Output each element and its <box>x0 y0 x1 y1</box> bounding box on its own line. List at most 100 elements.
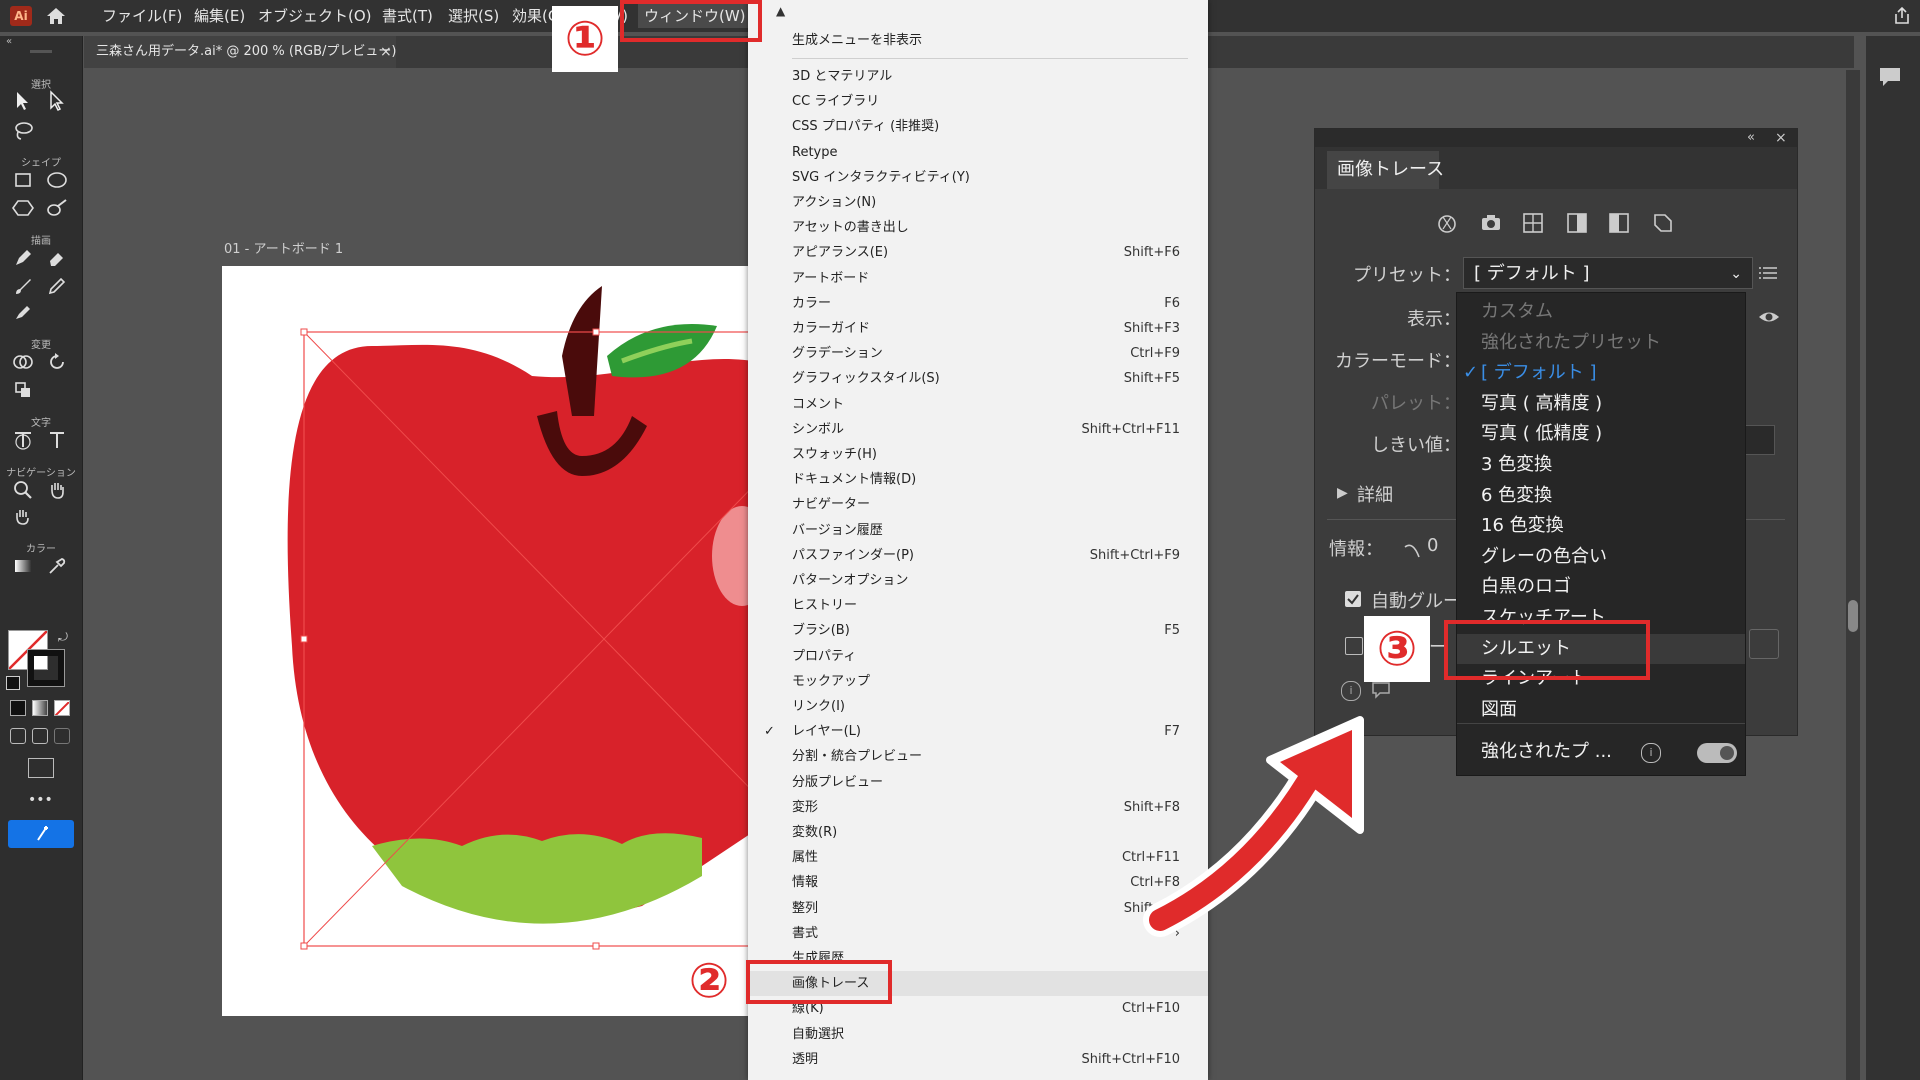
zoom-tool-icon[interactable] <box>10 480 36 506</box>
threshold-value-field[interactable] <box>1745 425 1775 455</box>
selection-tool-icon[interactable] <box>10 90 36 116</box>
info-icon[interactable]: i <box>1341 681 1361 701</box>
stroke-swatch[interactable] <box>27 649 65 687</box>
direct-selection-tool-icon[interactable] <box>44 90 70 116</box>
menu-item[interactable]: 透明 Shift+Ctrl+F10 <box>748 1047 1208 1072</box>
home-icon[interactable] <box>44 4 68 28</box>
gradient-mode-icon[interactable] <box>32 700 48 716</box>
document-tab[interactable]: 三森さん用データ.ai* @ 200 % (RGB/プレビュー) <box>84 36 396 68</box>
menu-item[interactable]: パスファインダー(P) Shift+Ctrl+F9 <box>748 543 1208 568</box>
preset-option[interactable]: 3 色変換 <box>1457 450 1745 480</box>
preset-option[interactable]: グレーの色合い <box>1457 542 1745 572</box>
rotate-view-tool-icon[interactable] <box>10 506 36 532</box>
paintbrush-tool-icon[interactable] <box>10 276 36 302</box>
feedback-icon[interactable] <box>1371 681 1391 699</box>
rotate-tool-icon[interactable] <box>44 352 70 378</box>
menu-item[interactable]: 書式 › <box>748 921 1208 946</box>
menu-item[interactable]: バージョン履歴 <box>748 518 1208 543</box>
auto-color-icon[interactable] <box>1435 211 1459 235</box>
menu-item[interactable]: グラデーション Ctrl+F9 <box>748 341 1208 366</box>
menu-item[interactable]: CSS プロパティ (非推奨) <box>748 114 1208 139</box>
menu-item[interactable]: アセットの書き出し <box>748 215 1208 240</box>
menu-item[interactable]: モックアップ <box>748 669 1208 694</box>
preset-option[interactable]: ✓[ デフォルト ] <box>1457 358 1745 388</box>
draw-behind-icon[interactable] <box>32 728 48 744</box>
menu-item[interactable]: 変形 Shift+F8 <box>748 795 1208 820</box>
menu-item[interactable]: 分版プレビュー <box>748 770 1208 795</box>
details-label[interactable]: 詳細 <box>1357 481 1393 507</box>
pencil-tool-icon[interactable] <box>44 276 70 302</box>
menu-item[interactable]: スウォッチ(H) <box>748 442 1208 467</box>
menu-item[interactable]: 分割・統合プレビュー <box>748 744 1208 769</box>
gradient-tool-icon[interactable] <box>10 556 36 582</box>
panel-tab-image-trace[interactable]: 画像トレース <box>1327 151 1444 189</box>
preset-select[interactable]: [ デフォルト ] ⌄ <box>1463 257 1753 289</box>
menu-select[interactable]: 選択(S) <box>448 4 499 28</box>
preset-option[interactable]: 6 色変換 <box>1457 481 1745 511</box>
app-logo[interactable]: Ai <box>10 6 32 26</box>
default-fill-stroke-icon[interactable] <box>6 676 20 690</box>
menu-item[interactable]: 自動選択 <box>748 1022 1208 1047</box>
menu-item[interactable]: プロパティ <box>748 644 1208 669</box>
menu-item[interactable]: Retype <box>748 140 1208 165</box>
ellipse-tool-icon[interactable] <box>44 170 70 196</box>
swap-fill-stroke-icon[interactable]: ⤾ <box>58 630 68 645</box>
blob-brush-tool-icon[interactable] <box>10 302 36 328</box>
grayscale-icon[interactable] <box>1565 211 1589 235</box>
none-mode-icon[interactable] <box>54 700 70 716</box>
enhanced-info-icon[interactable]: i <box>1641 743 1661 763</box>
panel-collapse-icon[interactable]: « <box>1747 129 1755 147</box>
outline-icon[interactable] <box>1651 211 1675 235</box>
menu-item[interactable]: リンク(I) <box>748 694 1208 719</box>
menu-item[interactable]: ドキュメント情報(D) <box>748 467 1208 492</box>
menu-item[interactable]: 属性 Ctrl+F11 <box>748 845 1208 870</box>
toolbar-collapse-icon[interactable]: « <box>6 36 12 47</box>
second-checkbox[interactable] <box>1345 637 1363 655</box>
shape-builder-tool-icon[interactable] <box>10 352 36 378</box>
menu-item[interactable]: 整列 Shift+F7 <box>748 896 1208 921</box>
menu-item[interactable]: CC ライブラリ <box>748 89 1208 114</box>
menu-item[interactable]: シンボル Shift+Ctrl+F11 <box>748 417 1208 442</box>
preset-option[interactable]: 16 色変換 <box>1457 511 1745 541</box>
menu-item[interactable]: SVG インタラクティビティ(Y) <box>748 165 1208 190</box>
panel-titlebar[interactable] <box>1315 129 1797 147</box>
screen-mode-icon[interactable] <box>28 758 54 778</box>
pen-tool-icon[interactable] <box>10 248 36 274</box>
menu-item[interactable]: カラー F6 <box>748 291 1208 316</box>
menu-item[interactable]: ナビゲーター <box>748 492 1208 517</box>
more-tools-icon[interactable]: ••• <box>28 792 53 808</box>
type-tool-icon[interactable] <box>44 430 70 456</box>
menu-item[interactable]: ✓ レイヤー(L) F7 <box>748 719 1208 744</box>
preset-option[interactable]: 写真 ( 低精度 ) <box>1457 419 1745 449</box>
menu-item[interactable]: コメント <box>748 392 1208 417</box>
menu-item[interactable]: パターンオプション <box>748 568 1208 593</box>
eyedropper-tool-icon[interactable] <box>44 556 70 582</box>
menu-scroll-up-icon[interactable]: ▲ <box>776 4 785 18</box>
toolbar-grip[interactable] <box>30 50 52 53</box>
free-transform-tool-icon[interactable] <box>10 380 36 406</box>
panel-close-icon[interactable]: × <box>1775 129 1787 147</box>
color-mode-icon[interactable] <box>10 700 26 716</box>
scrollbar-thumb[interactable] <box>1848 600 1858 632</box>
touch-type-tool-icon[interactable] <box>10 430 36 456</box>
menu-type[interactable]: 書式(T) <box>382 4 433 28</box>
menu-item[interactable]: アートボード <box>748 266 1208 291</box>
menu-item[interactable]: カラーガイド Shift+F3 <box>748 316 1208 341</box>
eye-icon[interactable] <box>1757 305 1781 329</box>
share-icon[interactable] <box>1892 6 1912 26</box>
menu-item[interactable]: 変数(R) <box>748 820 1208 845</box>
close-tab-icon[interactable]: × <box>380 36 392 68</box>
menu-object[interactable]: オブジェクト(O) <box>258 4 372 28</box>
preset-option[interactable]: 写真 ( 高精度 ) <box>1457 389 1745 419</box>
menu-item[interactable]: ブラシ(B) F5 <box>748 618 1208 643</box>
auto-group-checkbox[interactable] <box>1345 591 1361 607</box>
shaper-tool-icon[interactable] <box>44 198 70 224</box>
menu-edit[interactable]: 編集(E) <box>194 4 245 28</box>
hand-tool-icon[interactable] <box>44 480 70 506</box>
menu-item[interactable]: 情報 Ctrl+F8 <box>748 870 1208 895</box>
low-color-icon[interactable] <box>1521 211 1545 235</box>
lasso-tool-icon[interactable] <box>10 120 36 146</box>
eraser-tool-icon[interactable] <box>44 248 70 274</box>
rectangle-tool-icon[interactable] <box>10 170 36 196</box>
artboard[interactable] <box>222 266 822 1016</box>
